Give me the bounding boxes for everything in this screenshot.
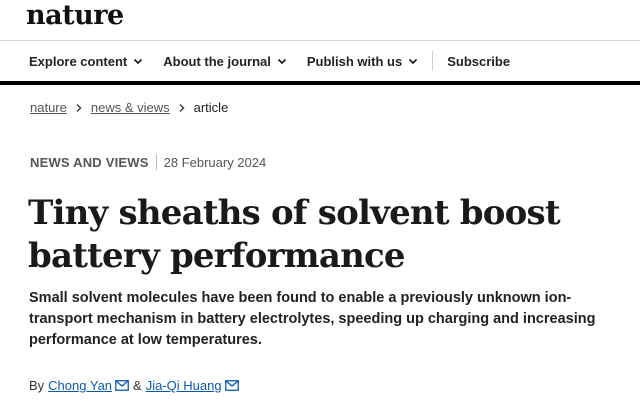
article-meta: NEWS AND VIEWS 28 February 2024 (30, 154, 266, 170)
author-link-chong-yan[interactable]: Chong Yan (48, 378, 112, 393)
article-date: 28 February 2024 (163, 154, 267, 170)
main-nav: Explore content About the journal Publis… (0, 41, 640, 81)
nav-subscribe-label: Subscribe (447, 53, 511, 69)
nav-separator (432, 51, 434, 71)
byline: By Chong Yan & Jia-Qi Huang (29, 378, 243, 393)
nav-explore-content-label: Explore content (29, 53, 128, 69)
chevron-down-icon (134, 58, 143, 65)
nav-bottom-rule (0, 81, 640, 85)
meta-separator (155, 154, 157, 170)
nav-subscribe[interactable]: Subscribe (447, 54, 510, 69)
chevron-right-icon (179, 103, 185, 112)
nature-logo[interactable]: nature (26, 0, 124, 31)
nav-explore-content[interactable]: Explore content (29, 54, 143, 69)
mail-icon[interactable] (115, 380, 129, 391)
nav-publish-with-us-label: Publish with us (306, 53, 403, 69)
author-link-jia-qi-huang[interactable]: Jia-Qi Huang (146, 378, 222, 393)
breadcrumb: nature news & views article (30, 100, 228, 115)
chevron-right-icon (76, 103, 82, 112)
breadcrumb-link-news-views[interactable]: news & views (91, 100, 170, 115)
chevron-down-icon (277, 58, 286, 65)
mail-icon[interactable] (224, 380, 239, 391)
article-type: NEWS AND VIEWS (30, 154, 149, 170)
article-title: Tiny sheaths of solvent boost battery pe… (28, 193, 561, 276)
article-standfirst: Small solvent molecules have been found … (29, 290, 596, 348)
nav-about-journal-label: About the journal (163, 53, 271, 69)
chevron-down-icon (409, 58, 418, 65)
nav-publish-with-us[interactable]: Publish with us (307, 54, 418, 69)
nav-about-journal[interactable]: About the journal (163, 54, 287, 69)
breadcrumb-current: article (193, 100, 229, 115)
breadcrumb-link-nature[interactable]: nature (30, 100, 67, 115)
byline-prefix: By (29, 378, 45, 393)
author-joiner: & (133, 378, 142, 393)
